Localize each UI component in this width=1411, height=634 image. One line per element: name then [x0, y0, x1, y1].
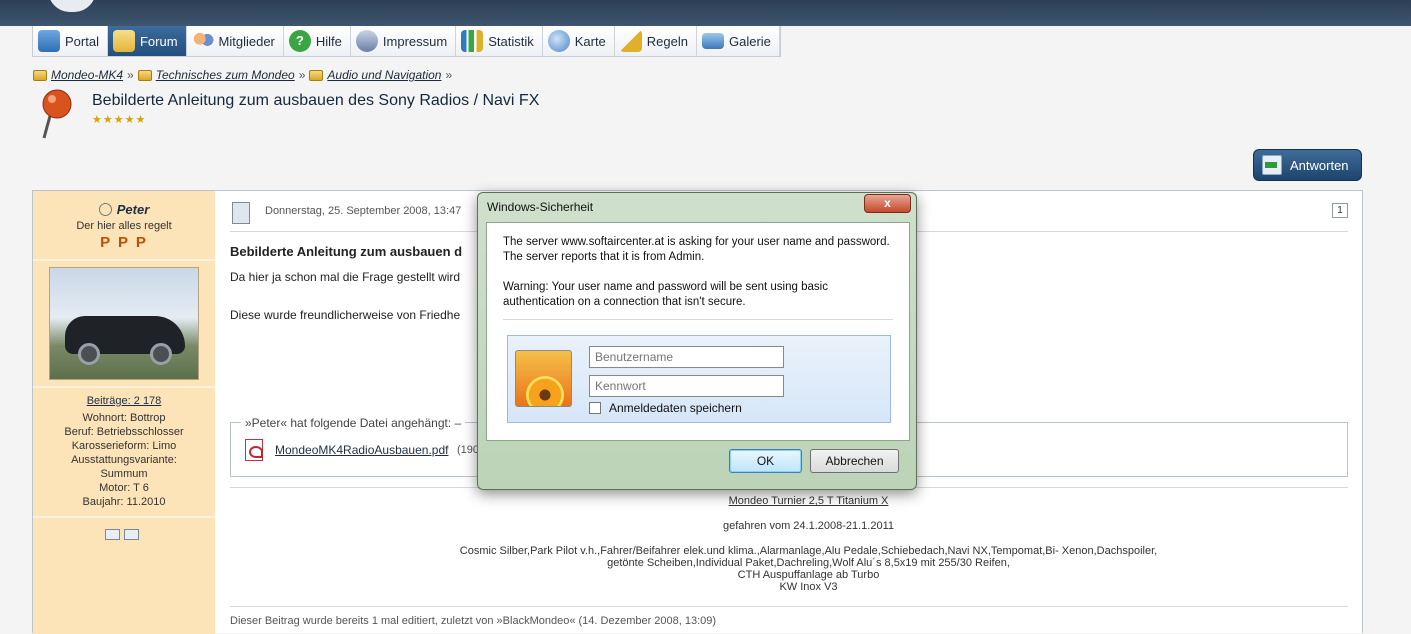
post-title: Bebilderte Anleitung zum ausbauen d — [230, 244, 463, 259]
forum-icon — [112, 30, 135, 52]
profile-card-icon[interactable] — [105, 529, 120, 540]
breadcrumb-separator: » — [298, 68, 306, 82]
password-input[interactable] — [589, 375, 784, 397]
credential-tile: Anmeldedaten speichern — [507, 335, 891, 423]
breadcrumb-separator: » — [127, 68, 134, 82]
nav-item-members[interactable]: Mitglieder — [187, 26, 284, 56]
edit-note: Dieser Beitrag wurde bereits 1 mal editi… — [230, 615, 717, 627]
nav-item-map[interactable]: Karte — [543, 26, 615, 56]
post-number[interactable]: 1 — [1332, 203, 1348, 218]
user-picture — [515, 350, 572, 407]
members-icon — [191, 30, 214, 52]
pdf-icon — [245, 439, 263, 461]
email-icon[interactable] — [124, 529, 139, 540]
signature: Mondeo Turnier 2,5 T Titanium X gefahren… — [230, 495, 1387, 593]
nav-item-help[interactable]: ? Hilfe — [284, 26, 351, 56]
portal-icon — [38, 30, 60, 52]
nav-item-gallery[interactable]: Galerie — [697, 26, 780, 56]
divider — [33, 516, 215, 518]
author-info-line: Ausstattungsvariante: — [71, 454, 177, 466]
offline-status-icon — [98, 203, 112, 216]
folder-icon — [309, 69, 324, 81]
nav-item-portal[interactable]: Portal — [33, 26, 108, 56]
nav-item-statistics[interactable]: Statistik — [456, 26, 543, 56]
divider — [230, 606, 1348, 607]
cancel-button[interactable]: Abbrechen — [810, 449, 899, 473]
divider — [503, 319, 893, 320]
attachment-size: (190 — [457, 444, 480, 456]
author-info-line: Summum — [100, 468, 148, 480]
car-wheel — [78, 343, 100, 365]
remember-checkbox[interactable] — [589, 402, 601, 414]
dialog-message-warning: Warning: Your user name and password wil… — [503, 281, 828, 308]
main-navigation: Portal Forum Mitglieder ? Hilfe Impressum… — [32, 26, 781, 57]
author-contact — [105, 529, 139, 540]
help-icon: ? — [288, 30, 311, 52]
close-icon: x — [884, 196, 891, 210]
author-info-line: Karosserieform: Limo — [71, 440, 177, 452]
username-input[interactable] — [589, 346, 784, 368]
dialog-body: The server www.softaircenter.at is askin… — [486, 222, 910, 441]
author-info-line: Wohnort: Bottrop — [82, 412, 166, 424]
dialog-message-server: The server www.softaircenter.at is askin… — [503, 236, 890, 263]
dialog-title: Windows-Sicherheit — [487, 200, 594, 214]
top-header-bar — [0, 0, 1411, 26]
nav-item-rules[interactable]: Regeln — [615, 26, 697, 56]
globe-icon — [547, 30, 570, 52]
ok-button[interactable]: OK — [729, 449, 802, 473]
dialog-message: The server www.softaircenter.at is askin… — [503, 235, 898, 310]
signature-line: getönte Scheiben,Individual Paket,Dachre… — [607, 557, 1010, 569]
author-title: Der hier alles regelt — [76, 220, 172, 232]
signature-line: CTH Auspuffanlage ab Turbo — [737, 569, 880, 581]
breadcrumb-link-technisches[interactable]: Technisches zum Mondeo — [156, 68, 295, 82]
breadcrumb-separator: » — [445, 68, 453, 82]
rules-icon — [619, 30, 642, 52]
signature-car-link[interactable]: Mondeo Turnier 2,5 T Titanium X — [230, 495, 1387, 507]
impressum-icon — [355, 30, 378, 52]
post-document-icon — [232, 202, 250, 224]
rating-stars: ★★★★★ — [92, 114, 147, 126]
rank-icon: P P P — [100, 234, 148, 251]
folder-icon — [137, 69, 152, 81]
gallery-icon — [702, 33, 724, 49]
close-button[interactable]: x — [864, 194, 911, 213]
post-text: Diese wurde freundlicherweise von Friedh… — [230, 308, 461, 322]
breadcrumb-link-audio-navigation[interactable]: Audio und Navigation — [327, 68, 441, 82]
post-date: Donnerstag, 25. September 2008, 13:47 — [265, 205, 462, 217]
attachment-link[interactable]: MondeoMK4RadioAusbauen.pdf — [275, 443, 448, 457]
post-text: Da hier ja schon mal die Frage gestellt … — [230, 270, 461, 284]
signature-line: Cosmic Silber,Park Pilot v.h.,Fahrer/Bei… — [459, 545, 1158, 557]
divider — [33, 386, 215, 388]
remember-credentials[interactable]: Anmeldedaten speichern — [589, 401, 742, 415]
breadcrumb: Mondeo-MK4 » Technisches zum Mondeo » Au… — [33, 68, 452, 82]
author-info: Beiträge: 2 178 Wohnort: Bottrop Beruf: … — [33, 394, 215, 509]
flower-icon — [526, 376, 564, 406]
author-info-line: Beruf: Betriebsschlosser — [64, 426, 184, 438]
site-logo — [48, 0, 96, 12]
nav-item-impressum[interactable]: Impressum — [351, 26, 457, 56]
thread-title: Bebilderte Anleitung zum ausbauen des So… — [92, 92, 540, 109]
author-name[interactable]: Peter — [33, 202, 215, 217]
folder-icon — [33, 69, 47, 81]
car-wheel — [150, 343, 172, 365]
signature-line: gefahren vom 24.1.2008-21.1.2011 — [722, 520, 895, 532]
author-info-line: Baujahr: 11.2010 — [82, 496, 166, 508]
post-count-link[interactable]: Beiträge: 2 178 — [33, 394, 215, 408]
attachment-legend: »Peter« hat folgende Datei angehängt: – — [241, 416, 466, 430]
nav-item-forum[interactable]: Forum — [107, 26, 187, 56]
author-info-line: Motor: T 6 — [99, 482, 149, 494]
author-sidebar: Peter Der hier alles regelt P P P Beiträ… — [33, 191, 215, 634]
statistics-icon — [461, 30, 484, 52]
pin-icon — [42, 89, 72, 139]
reply-button[interactable]: Antworten — [1253, 149, 1362, 181]
reply-icon — [1262, 155, 1282, 175]
login-dialog: Windows-Sicherheit x The server www.soft… — [477, 192, 917, 490]
avatar — [49, 267, 199, 380]
divider — [33, 259, 215, 261]
signature-line: KW Inox V3 — [779, 581, 838, 593]
breadcrumb-link-mondeo-mk4[interactable]: Mondeo-MK4 — [51, 68, 123, 82]
